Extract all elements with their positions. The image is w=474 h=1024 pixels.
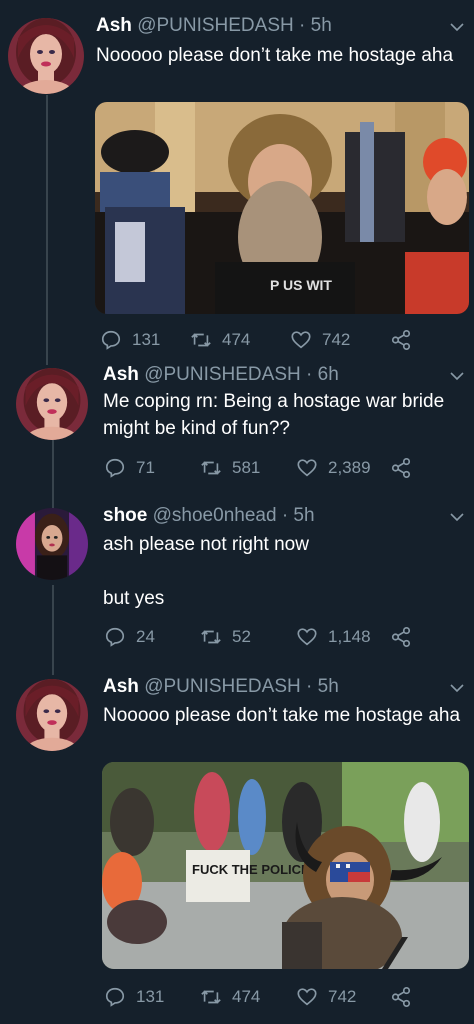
avatar[interactable] bbox=[16, 368, 88, 440]
avatar[interactable] bbox=[8, 18, 84, 94]
reply-button[interactable]: 24 bbox=[104, 622, 155, 652]
timestamp[interactable]: 6h bbox=[318, 364, 339, 385]
reply-count: 131 bbox=[136, 987, 165, 1006]
display-name[interactable]: shoe bbox=[103, 505, 147, 526]
tweet-actions: 24 52 1,148 bbox=[104, 622, 444, 652]
share-icon bbox=[391, 458, 411, 478]
share-icon bbox=[391, 627, 411, 647]
tweet-text: Nooooo please don’t take me hostage aha bbox=[103, 705, 461, 726]
share-button[interactable] bbox=[390, 453, 422, 483]
reply-count: 71 bbox=[136, 458, 155, 477]
retweet-count: 581 bbox=[232, 458, 261, 477]
heart-icon bbox=[297, 459, 317, 477]
display-name[interactable]: Ash bbox=[103, 676, 139, 697]
timestamp[interactable]: 5h bbox=[293, 505, 314, 526]
reply-icon bbox=[105, 627, 125, 647]
chevron-down-icon[interactable] bbox=[448, 679, 466, 697]
reply-button[interactable]: 131 bbox=[100, 325, 160, 355]
retweet-icon bbox=[191, 333, 211, 347]
user-handle[interactable]: @PUNISHEDASH bbox=[137, 15, 294, 36]
user-handle[interactable]: @PUNISHEDASH bbox=[144, 364, 301, 385]
tweet-3[interactable]: shoe @shoe0nhead · 5h ash please not rig… bbox=[0, 500, 474, 670]
retweet-count: 474 bbox=[222, 330, 251, 349]
like-count: 2,389 bbox=[328, 458, 371, 477]
reply-button[interactable]: 131 bbox=[104, 982, 164, 1012]
tweet-actions: 71 581 2,389 bbox=[104, 453, 444, 483]
retweet-count: 52 bbox=[232, 627, 251, 646]
timestamp[interactable]: 5h bbox=[318, 676, 339, 697]
separator-dot: · bbox=[281, 505, 289, 526]
tweet-text: ash please not right now bbox=[103, 534, 309, 555]
like-button[interactable]: 1,148 bbox=[296, 622, 371, 652]
tweet-actions: 131 474 742 bbox=[100, 325, 440, 355]
reply-count: 131 bbox=[132, 330, 161, 349]
svg-text:P US WIT: P US WIT bbox=[270, 277, 332, 293]
like-count: 1,148 bbox=[328, 627, 371, 646]
heart-icon bbox=[291, 331, 311, 349]
avatar[interactable] bbox=[16, 679, 88, 751]
chevron-down-icon[interactable] bbox=[448, 508, 466, 526]
share-icon bbox=[391, 987, 411, 1007]
retweet-icon bbox=[201, 461, 221, 475]
tweet-image[interactable]: FUCK THE POLICE bbox=[102, 762, 469, 969]
tweet-actions: 131 474 742 bbox=[104, 982, 444, 1012]
retweet-icon bbox=[201, 630, 221, 644]
tweet-header: Ash @PUNISHEDASH · 6h bbox=[103, 363, 339, 387]
chevron-down-icon[interactable] bbox=[448, 18, 466, 36]
avatar[interactable] bbox=[16, 508, 88, 580]
heart-icon bbox=[297, 988, 317, 1006]
share-button[interactable] bbox=[390, 622, 422, 652]
retweet-count: 474 bbox=[232, 987, 261, 1006]
tweet-image[interactable]: P US WIT bbox=[95, 102, 469, 314]
heart-icon bbox=[297, 628, 317, 646]
share-button[interactable] bbox=[390, 982, 422, 1012]
retweet-button[interactable]: 474 bbox=[190, 325, 250, 355]
user-handle[interactable]: @shoe0nhead bbox=[153, 505, 277, 526]
sign-text: FUCK THE POLICE bbox=[192, 862, 310, 877]
tweet-text: Nooooo please don’t take me hostage aha bbox=[96, 45, 454, 66]
tweet-header: shoe @shoe0nhead · 5h bbox=[103, 504, 315, 528]
like-count: 742 bbox=[322, 330, 351, 349]
reply-button[interactable]: 71 bbox=[104, 453, 155, 483]
retweet-button[interactable]: 581 bbox=[200, 453, 260, 483]
chevron-down-icon[interactable] bbox=[448, 367, 466, 385]
separator-dot: · bbox=[306, 676, 313, 697]
tweet-4[interactable]: Ash @PUNISHEDASH · 5h Nooooo please don’… bbox=[0, 670, 474, 1024]
reply-count: 24 bbox=[136, 627, 155, 646]
retweet-icon bbox=[201, 990, 221, 1004]
retweet-button[interactable]: 52 bbox=[200, 622, 251, 652]
display-name[interactable]: Ash bbox=[103, 364, 139, 385]
share-button[interactable] bbox=[390, 325, 422, 355]
tweet-2[interactable]: Ash @PUNISHEDASH · 6h Me coping rn: Bein… bbox=[0, 360, 474, 500]
timestamp[interactable]: 5h bbox=[311, 15, 332, 36]
tweet-text: Me coping rn: Being a hostage war bride … bbox=[103, 391, 445, 439]
reply-icon bbox=[105, 458, 125, 478]
tweet-header: Ash @PUNISHEDASH · 5h bbox=[103, 675, 339, 699]
user-handle[interactable]: @PUNISHEDASH bbox=[144, 676, 301, 697]
reply-icon bbox=[105, 987, 125, 1007]
like-button[interactable]: 2,389 bbox=[296, 453, 371, 483]
like-count: 742 bbox=[328, 987, 357, 1006]
reply-icon bbox=[101, 330, 121, 350]
tweet-text-line2: but yes bbox=[103, 588, 165, 609]
like-button[interactable]: 742 bbox=[296, 982, 356, 1012]
tweet-header: Ash @PUNISHEDASH · 5h bbox=[96, 14, 332, 38]
separator-dot: · bbox=[306, 364, 313, 385]
display-name[interactable]: Ash bbox=[96, 15, 132, 36]
share-icon bbox=[391, 330, 411, 350]
tweet-1[interactable]: Ash @PUNISHEDASH · 5h Nooooo please don’… bbox=[0, 0, 474, 365]
separator-dot: · bbox=[299, 15, 306, 36]
retweet-button[interactable]: 474 bbox=[200, 982, 260, 1012]
like-button[interactable]: 742 bbox=[290, 325, 350, 355]
